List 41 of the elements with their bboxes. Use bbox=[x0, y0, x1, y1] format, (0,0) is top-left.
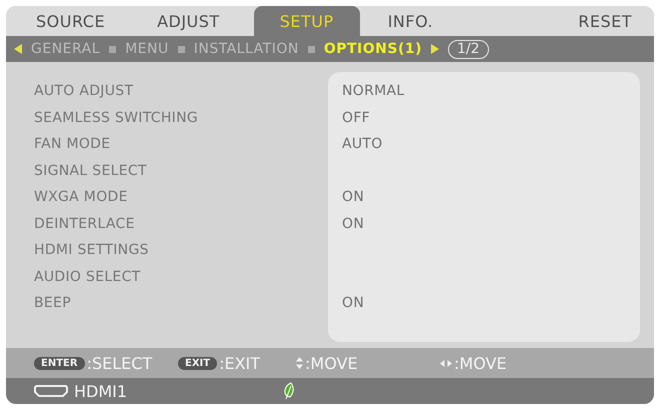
leaf-icon bbox=[283, 382, 296, 400]
setting-label[interactable]: HDMI SETTINGS bbox=[34, 237, 328, 264]
setting-value: ON bbox=[342, 294, 366, 314]
help-text: :MOVE bbox=[305, 354, 358, 372]
submenu-tab[interactable]: OPTIONS(1) bbox=[324, 41, 422, 57]
bullet-icon bbox=[308, 46, 315, 52]
setting-label[interactable]: AUTO ADJUST bbox=[34, 78, 328, 104]
main-tab[interactable]: INFO. bbox=[372, 6, 450, 36]
left-right-arrows-icon bbox=[440, 360, 452, 366]
main-tab[interactable]: SETUP bbox=[254, 6, 360, 36]
key-badge: ENTER bbox=[34, 356, 85, 370]
setting-label[interactable]: WXGA MODE bbox=[34, 184, 328, 210]
help-text: :EXIT bbox=[219, 354, 260, 372]
bullet-icon bbox=[178, 46, 185, 52]
main-tab[interactable]: ADJUST bbox=[141, 6, 236, 36]
left-arrow-icon bbox=[14, 44, 22, 54]
hdmi-connector-icon bbox=[34, 385, 68, 397]
help-text: :SELECT bbox=[86, 354, 152, 372]
help-text: :MOVE bbox=[454, 354, 507, 372]
setting-label[interactable]: DEINTERLACE bbox=[34, 210, 328, 237]
key-badge: EXIT bbox=[178, 356, 218, 370]
setting-value: ON bbox=[342, 214, 366, 234]
page-indicator: 1/2 bbox=[448, 40, 489, 58]
up-down-arrows-icon bbox=[296, 357, 303, 369]
setting-label[interactable]: BEEP bbox=[34, 290, 328, 316]
submenu-tab[interactable]: MENU bbox=[125, 41, 169, 57]
submenu-tab[interactable]: INSTALLATION bbox=[194, 41, 299, 57]
setting-label[interactable]: AUDIO SELECT bbox=[34, 264, 328, 290]
setting-label[interactable]: FAN MODE bbox=[34, 131, 328, 158]
main-tab[interactable]: RESET bbox=[562, 6, 648, 36]
setting-value: OFF bbox=[342, 108, 372, 128]
main-tab[interactable]: SOURCE bbox=[20, 6, 122, 36]
submenu-tab[interactable]: GENERAL bbox=[31, 41, 100, 57]
setting-value: AUTO bbox=[342, 135, 384, 154]
setting-label[interactable]: SEAMLESS SWITCHING bbox=[34, 104, 328, 131]
bullet-icon bbox=[109, 46, 116, 52]
setting-value: ON bbox=[342, 188, 366, 208]
right-arrow-icon bbox=[431, 44, 440, 54]
setting-value: NORMAL bbox=[342, 82, 406, 102]
source-name: HDMI1 bbox=[74, 382, 128, 400]
setting-label[interactable]: SIGNAL SELECT bbox=[34, 158, 328, 184]
